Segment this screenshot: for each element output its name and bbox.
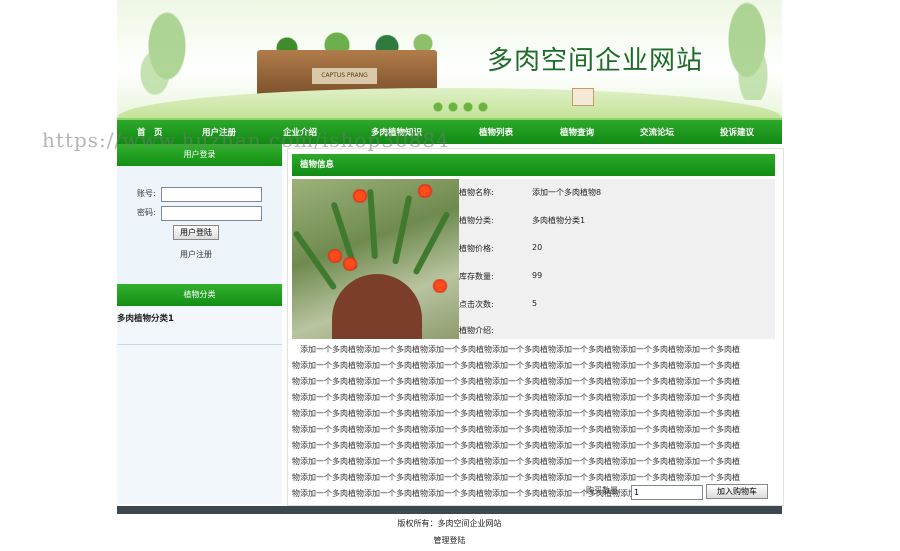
image-leaf <box>367 188 378 260</box>
category-label: 植物分类: <box>459 216 494 225</box>
header-banner: CAPTUS PRANG 多肉空间企业网站 <box>117 0 782 118</box>
register-link[interactable]: 用户注册 <box>180 249 212 260</box>
product-image <box>292 179 459 339</box>
quantity-input[interactable] <box>631 485 703 500</box>
category-item[interactable]: 多肉植物分类1 <box>117 312 174 324</box>
banner-trees <box>432 102 492 112</box>
planter-label: CAPTUS PRANG <box>312 68 377 84</box>
clicks-value: 5 <box>532 299 538 308</box>
nav-plant-search[interactable]: 植物查询 <box>560 126 594 138</box>
product-description: 添加一个多肉植物添加一个多肉植物添加一个多肉植物添加一个多肉植物添加一个多肉植物… <box>292 345 740 498</box>
category-box <box>117 304 282 345</box>
password-input[interactable] <box>161 206 262 221</box>
name-value: 添加一个多肉植物8 <box>532 188 602 197</box>
image-flower <box>432 279 448 293</box>
stock-label: 库存数量: <box>459 272 494 281</box>
account-input[interactable] <box>161 187 262 202</box>
category-value: 多肉植物分类1 <box>532 216 586 225</box>
decor-plant-left <box>137 10 197 100</box>
image-pot <box>332 274 422 339</box>
login-button[interactable]: 用户登陆 <box>173 225 219 240</box>
image-flower <box>327 249 343 263</box>
footer-bar <box>117 506 782 514</box>
add-to-cart-button[interactable]: 加入购物车 <box>706 484 768 499</box>
name-label: 植物名称: <box>459 188 494 197</box>
copyright-text: 版权所有：多肉空间企业网站 <box>397 519 502 528</box>
watermark-text: https://www.huzhan.com/ishop30884 <box>42 128 450 152</box>
nav-forum[interactable]: 交流论坛 <box>640 126 674 138</box>
nav-complaints[interactable]: 投诉建议 <box>720 126 754 138</box>
nav-plant-list[interactable]: 植物列表 <box>479 126 513 138</box>
login-box: 账号: 密码: 用户登陆 用户注册 <box>117 166 282 286</box>
password-label: 密码: <box>137 208 156 217</box>
image-flower <box>417 184 433 198</box>
site-title: 多肉空间企业网站 <box>487 46 704 76</box>
admin-login-link[interactable]: 管理登陆 <box>117 535 782 546</box>
image-flower <box>352 189 368 203</box>
category-box-title: 植物分类 <box>117 284 282 306</box>
product-panel: 植物信息 植物名称: 添加一个多肉植物8 植物分类: 多肉植物分类1 植物价格:… <box>287 148 784 506</box>
intro-label: 植物介绍: <box>459 326 494 335</box>
clicks-label: 点击次数: <box>459 300 494 309</box>
image-flower <box>342 257 358 271</box>
decor-plant-right <box>717 0 777 100</box>
product-section-title: 植物信息 <box>292 154 775 176</box>
banner-house <box>572 88 594 106</box>
account-label: 账号: <box>137 189 156 198</box>
price-label: 植物价格: <box>459 244 494 253</box>
quantity-label: 购买数量: <box>586 486 621 495</box>
price-value: 20 <box>532 243 543 252</box>
product-info: 植物名称: 添加一个多肉植物8 植物分类: 多肉植物分类1 植物价格: 20 库… <box>459 179 775 339</box>
page-container: CAPTUS PRANG 多肉空间企业网站 首 页 用户注册 企业介绍 多肉植物… <box>117 0 784 551</box>
image-leaf <box>392 194 413 265</box>
stock-value: 99 <box>532 271 543 280</box>
image-leaf <box>412 210 451 276</box>
